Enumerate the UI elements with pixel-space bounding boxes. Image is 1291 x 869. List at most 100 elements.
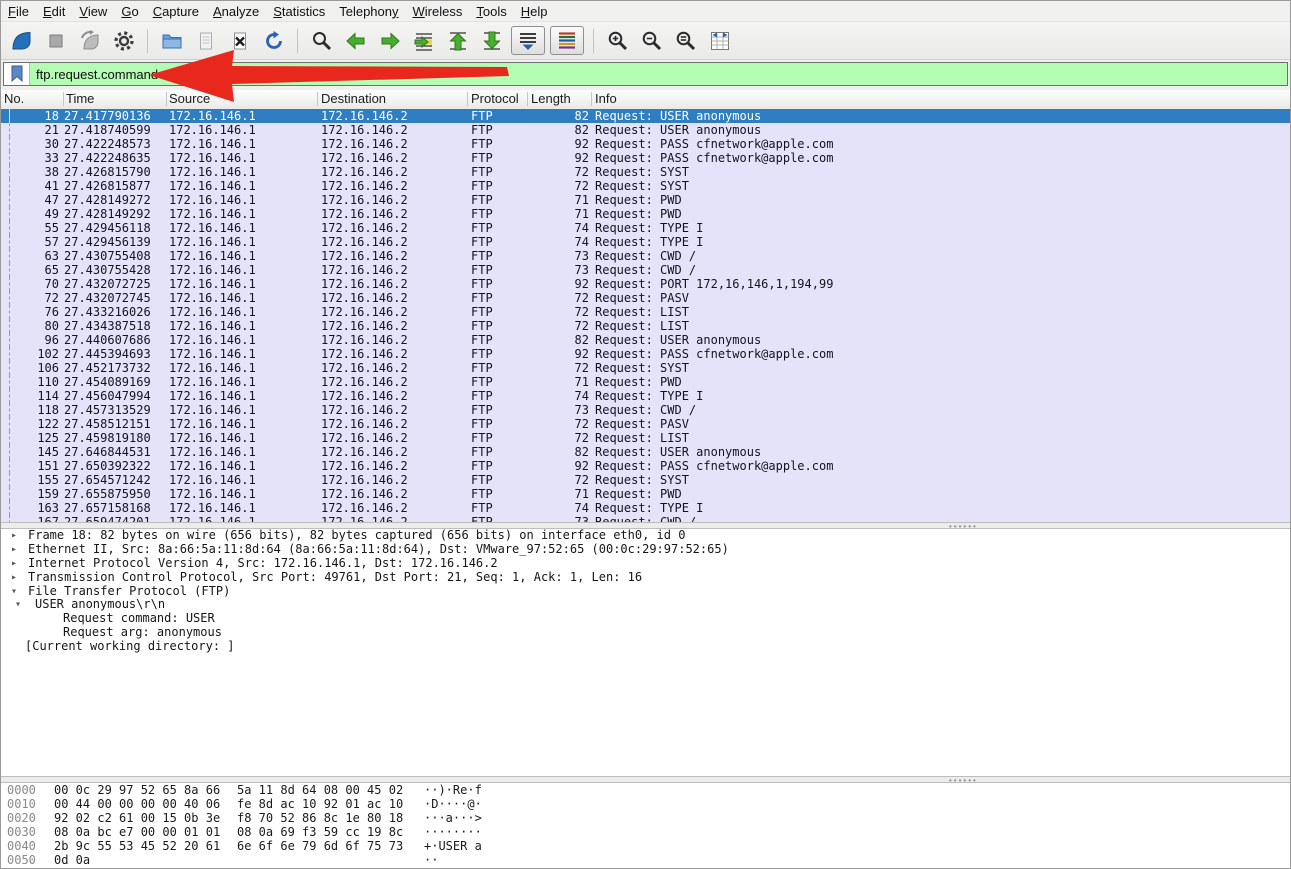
zoom-out-button[interactable] bbox=[637, 26, 666, 55]
zoom-original-button[interactable] bbox=[671, 26, 700, 55]
menu-tools[interactable]: Tools bbox=[469, 2, 513, 21]
column-separator[interactable] bbox=[166, 92, 167, 106]
menu-statistics[interactable]: Statistics bbox=[266, 2, 332, 21]
packet-row[interactable]: 10627.452173732172.16.146.1172.16.146.2F… bbox=[1, 361, 1290, 375]
packet-row[interactable]: 11027.454089169172.16.146.1172.16.146.2F… bbox=[1, 375, 1290, 389]
packet-row[interactable]: 7627.433216026172.16.146.1172.16.146.2FT… bbox=[1, 305, 1290, 319]
close-file-button[interactable] bbox=[225, 26, 254, 55]
column-separator[interactable] bbox=[591, 92, 592, 106]
find-packet-button[interactable] bbox=[307, 26, 336, 55]
next-packet-button[interactable] bbox=[375, 26, 404, 55]
detail-line[interactable]: ▸Frame 18: 82 bytes on wire (656 bits), … bbox=[1, 529, 1290, 543]
packet-row[interactable]: 14527.646844531172.16.146.1172.16.146.2F… bbox=[1, 445, 1290, 459]
packet-row[interactable]: 3027.422248573172.16.146.1172.16.146.2FT… bbox=[1, 137, 1290, 151]
packet-row[interactable]: 9627.440607686172.16.146.1172.16.146.2FT… bbox=[1, 333, 1290, 347]
expander-closed-icon[interactable]: ▸ bbox=[11, 543, 17, 557]
display-filter-input[interactable]: ftp.request.command bbox=[3, 62, 1288, 86]
packet-row[interactable]: 4927.428149292172.16.146.1172.16.146.2FT… bbox=[1, 207, 1290, 221]
packet-details-pane[interactable]: ▸Frame 18: 82 bytes on wire (656 bits), … bbox=[1, 529, 1290, 776]
packet-row[interactable]: 4127.426815877172.16.146.1172.16.146.2FT… bbox=[1, 179, 1290, 193]
column-separator[interactable] bbox=[467, 92, 468, 106]
packet-row[interactable]: 16727.659474201172.16.146.1172.16.146.2F… bbox=[1, 515, 1290, 522]
hex-row[interactable]: 00402b 9c 55 53 45 52 20 616e 6f 6e 79 6… bbox=[1, 839, 1290, 853]
resize-columns-button[interactable] bbox=[705, 26, 734, 55]
capture-options-button[interactable] bbox=[109, 26, 138, 55]
packet-row[interactable]: 12527.459819180172.16.146.1172.16.146.2F… bbox=[1, 431, 1290, 445]
column-header-protocol[interactable]: Protocol bbox=[471, 91, 519, 106]
packet-row[interactable]: 5727.429456139172.16.146.1172.16.146.2FT… bbox=[1, 235, 1290, 249]
menu-help[interactable]: Help bbox=[514, 2, 555, 21]
hex-row[interactable]: 002092 02 c2 61 00 15 0b 3ef8 70 52 86 8… bbox=[1, 811, 1290, 825]
hex-row[interactable]: 00500d 0a·· bbox=[1, 853, 1290, 867]
hex-row[interactable]: 001000 44 00 00 00 00 40 06fe 8d ac 10 9… bbox=[1, 797, 1290, 811]
menu-file[interactable]: File bbox=[1, 2, 36, 21]
stop-capture-button[interactable] bbox=[41, 26, 70, 55]
open-file-button[interactable] bbox=[157, 26, 186, 55]
colorize-button[interactable] bbox=[550, 26, 584, 55]
packet-row[interactable]: 11827.457313529172.16.146.1172.16.146.2F… bbox=[1, 403, 1290, 417]
column-header-no[interactable]: No. bbox=[4, 91, 24, 106]
expander-open-icon[interactable]: ▾ bbox=[15, 598, 21, 612]
pane-splitter-bottom[interactable]: •••••• bbox=[1, 776, 1290, 783]
packet-bytes-pane[interactable]: 000000 0c 29 97 52 65 8a 665a 11 8d 64 0… bbox=[1, 783, 1290, 869]
detail-line[interactable]: ▸Ethernet II, Src: 8a:66:5a:11:8d:64 (8a… bbox=[1, 543, 1290, 557]
packet-row[interactable]: 4727.428149272172.16.146.1172.16.146.2FT… bbox=[1, 193, 1290, 207]
column-header-source[interactable]: Source bbox=[169, 91, 210, 106]
hex-row[interactable]: 003008 0a bc e7 00 00 01 0108 0a 69 f3 5… bbox=[1, 825, 1290, 839]
previous-packet-button[interactable] bbox=[341, 26, 370, 55]
column-separator[interactable] bbox=[63, 92, 64, 106]
menu-wireless[interactable]: Wireless bbox=[406, 2, 470, 21]
packet-row[interactable]: 16327.657158168172.16.146.1172.16.146.2F… bbox=[1, 501, 1290, 515]
pane-splitter-top[interactable]: •••••• bbox=[1, 522, 1290, 529]
packet-row[interactable]: 2127.418740599172.16.146.1172.16.146.2FT… bbox=[1, 123, 1290, 137]
column-separator[interactable] bbox=[527, 92, 528, 106]
filter-bookmark-button[interactable] bbox=[4, 63, 30, 85]
zoom-in-button[interactable] bbox=[603, 26, 632, 55]
column-header-destination[interactable]: Destination bbox=[321, 91, 386, 106]
column-header-length[interactable]: Length bbox=[531, 91, 571, 106]
expander-open-icon[interactable]: ▾ bbox=[11, 585, 17, 599]
detail-line[interactable]: [Current working directory: ] bbox=[1, 640, 1290, 654]
menu-analyze[interactable]: Analyze bbox=[206, 2, 266, 21]
hex-row[interactable]: 000000 0c 29 97 52 65 8a 665a 11 8d 64 0… bbox=[1, 783, 1290, 797]
restart-capture-button[interactable] bbox=[75, 26, 104, 55]
packet-row[interactable]: 15927.655875950172.16.146.1172.16.146.2F… bbox=[1, 487, 1290, 501]
packet-row[interactable]: 3327.422248635172.16.146.1172.16.146.2FT… bbox=[1, 151, 1290, 165]
column-separator[interactable] bbox=[317, 92, 318, 106]
auto-scroll-button[interactable] bbox=[511, 26, 545, 55]
reload-file-button[interactable] bbox=[259, 26, 288, 55]
menu-capture[interactable]: Capture bbox=[146, 2, 206, 21]
packet-row[interactable]: 8027.434387518172.16.146.1172.16.146.2FT… bbox=[1, 319, 1290, 333]
first-packet-button[interactable] bbox=[443, 26, 472, 55]
last-packet-button[interactable] bbox=[477, 26, 506, 55]
packet-row[interactable]: 7027.432072725172.16.146.1172.16.146.2FT… bbox=[1, 277, 1290, 291]
save-file-button[interactable] bbox=[191, 26, 220, 55]
packet-row[interactable]: 5527.429456118172.16.146.1172.16.146.2FT… bbox=[1, 221, 1290, 235]
menu-telephony[interactable]: Telephony bbox=[332, 2, 405, 21]
wireshark-start-capture-button[interactable] bbox=[7, 26, 36, 55]
go-to-packet-button[interactable] bbox=[409, 26, 438, 55]
packet-row[interactable]: 11427.456047994172.16.146.1172.16.146.2F… bbox=[1, 389, 1290, 403]
menu-view[interactable]: View bbox=[72, 2, 114, 21]
packet-row[interactable]: 15127.650392322172.16.146.1172.16.146.2F… bbox=[1, 459, 1290, 473]
detail-line[interactable]: ▾USER anonymous\r\n bbox=[1, 598, 1290, 612]
detail-line[interactable]: ▸Internet Protocol Version 4, Src: 172.1… bbox=[1, 557, 1290, 571]
expander-closed-icon[interactable]: ▸ bbox=[11, 571, 17, 585]
packet-list-pane[interactable]: 1827.417790136172.16.146.1172.16.146.2FT… bbox=[1, 109, 1290, 522]
menu-go[interactable]: Go bbox=[114, 2, 145, 21]
detail-line[interactable]: Request arg: anonymous bbox=[1, 626, 1290, 640]
column-header-time[interactable]: Time bbox=[66, 91, 94, 106]
menu-edit[interactable]: Edit bbox=[36, 2, 72, 21]
packet-row[interactable]: 6327.430755408172.16.146.1172.16.146.2FT… bbox=[1, 249, 1290, 263]
detail-line[interactable]: ▸Transmission Control Protocol, Src Port… bbox=[1, 571, 1290, 585]
packet-row[interactable]: 12227.458512151172.16.146.1172.16.146.2F… bbox=[1, 417, 1290, 431]
packet-row[interactable]: 10227.445394693172.16.146.1172.16.146.2F… bbox=[1, 347, 1290, 361]
detail-line[interactable]: ▾File Transfer Protocol (FTP) bbox=[1, 585, 1290, 599]
packet-row[interactable]: 6527.430755428172.16.146.1172.16.146.2FT… bbox=[1, 263, 1290, 277]
packet-row[interactable]: 7227.432072745172.16.146.1172.16.146.2FT… bbox=[1, 291, 1290, 305]
packet-row[interactable]: 3827.426815790172.16.146.1172.16.146.2FT… bbox=[1, 165, 1290, 179]
detail-line[interactable]: Request command: USER bbox=[1, 612, 1290, 626]
expander-closed-icon[interactable]: ▸ bbox=[11, 529, 17, 543]
packet-list-header[interactable]: No.TimeSourceDestinationProtocolLengthIn… bbox=[1, 90, 1290, 110]
packet-row[interactable]: 15527.654571242172.16.146.1172.16.146.2F… bbox=[1, 473, 1290, 487]
